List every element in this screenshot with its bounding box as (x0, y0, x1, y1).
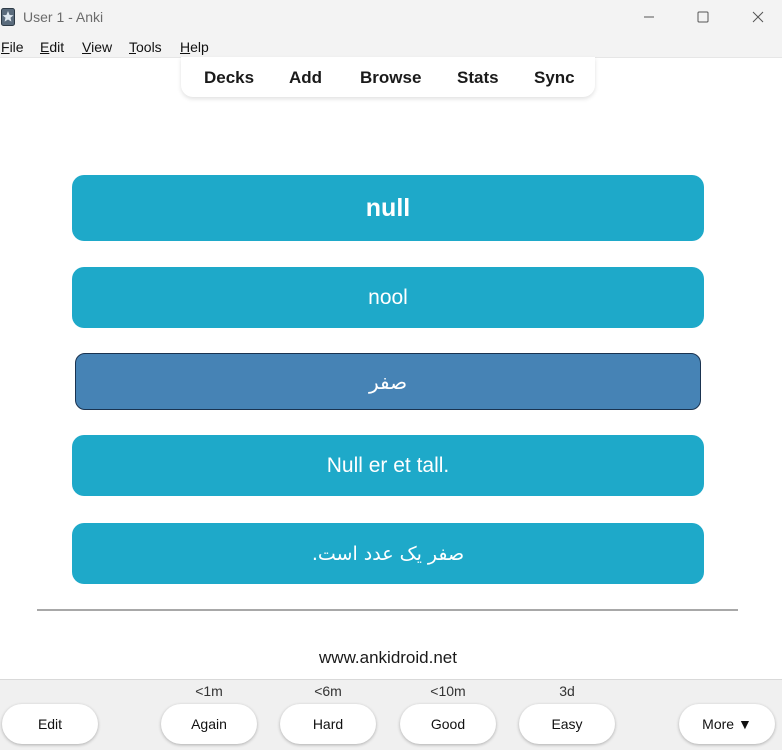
menu-tools[interactable]: Tools (129, 39, 162, 55)
again-interval: <1m (195, 683, 223, 699)
maximize-icon (697, 11, 709, 23)
window-title: User 1 - Anki (23, 9, 104, 25)
menu-file[interactable]: File (1, 39, 24, 55)
answer-divider (37, 609, 738, 611)
toolbar-sync[interactable]: Sync (534, 68, 575, 88)
card-translation: صفر (75, 353, 701, 410)
again-button[interactable]: Again (161, 704, 257, 744)
maximize-button[interactable] (680, 0, 726, 34)
card-example-sentence: Null er et tall. (72, 435, 704, 496)
answer-bar (0, 679, 782, 750)
good-button[interactable]: Good (400, 704, 496, 744)
menu-bar: File Edit View Tools Help (0, 34, 782, 58)
menu-view[interactable]: View (82, 39, 112, 55)
card-example-translation: صفر یک عدد است. (72, 523, 704, 584)
card-pronunciation: nool (72, 267, 704, 328)
hard-button[interactable]: Hard (280, 704, 376, 744)
toolbar-browse[interactable]: Browse (360, 68, 421, 88)
ankidroid-link[interactable]: www.ankidroid.net (0, 648, 776, 668)
main-toolbar: Decks Add Browse Stats Sync (181, 57, 595, 97)
anki-app-icon (1, 8, 15, 26)
card-word: null (72, 175, 704, 241)
edit-button[interactable]: Edit (2, 704, 98, 744)
minimize-button[interactable] (626, 0, 672, 34)
easy-interval: 3d (559, 683, 575, 699)
close-button[interactable] (735, 0, 781, 34)
close-icon (752, 11, 764, 23)
menu-help[interactable]: Help (180, 39, 209, 55)
title-bar: User 1 - Anki (0, 0, 782, 34)
menu-edit[interactable]: Edit (40, 39, 64, 55)
hard-interval: <6m (314, 683, 342, 699)
easy-button[interactable]: Easy (519, 704, 615, 744)
minimize-icon (644, 16, 654, 18)
good-interval: <10m (430, 683, 466, 699)
more-button[interactable]: More ▼ (679, 704, 775, 744)
toolbar-stats[interactable]: Stats (457, 68, 499, 88)
toolbar-add[interactable]: Add (289, 68, 322, 88)
toolbar-decks[interactable]: Decks (204, 68, 254, 88)
